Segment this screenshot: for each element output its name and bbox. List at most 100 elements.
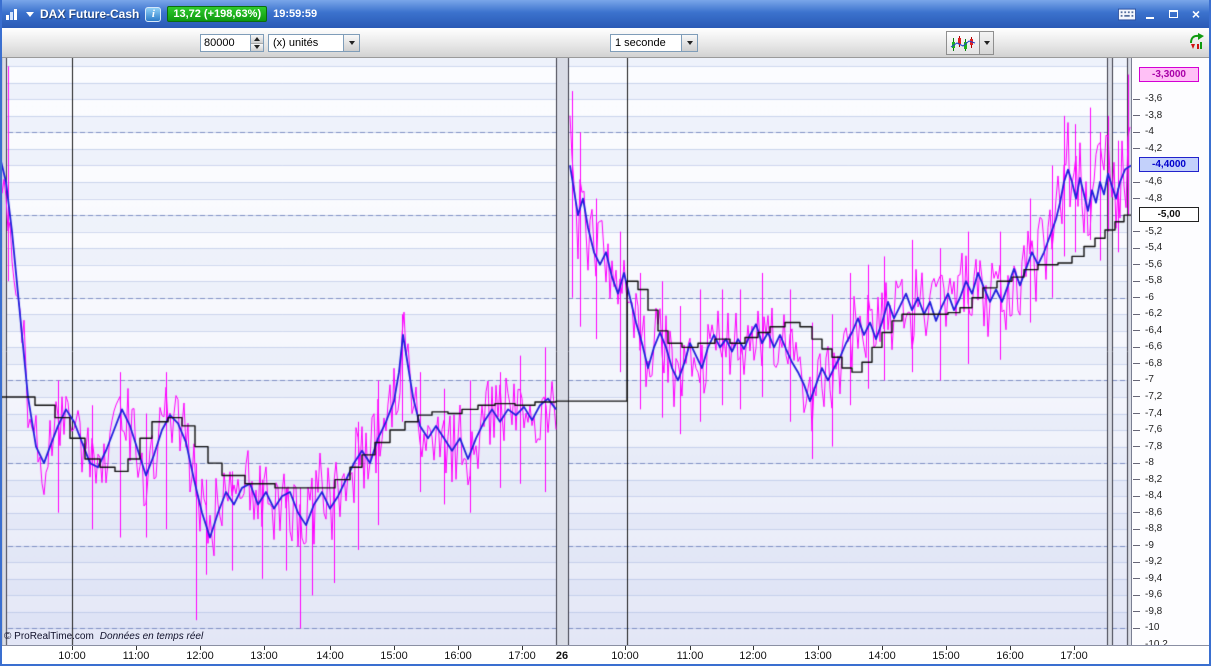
units-dropdown-value: (x) unités <box>273 37 319 49</box>
timeframe-dropdown-arrow[interactable] <box>681 35 697 51</box>
chart-type-button[interactable] <box>946 31 980 55</box>
y-axis-tick-label: -4,8 <box>1145 192 1163 204</box>
timeframe-dropdown-value: 1 seconde <box>615 37 666 49</box>
y-axis-tick-label: -7,6 <box>1145 424 1163 436</box>
realtime-status-icon[interactable] <box>1188 32 1206 52</box>
y-axis-tickmark <box>1133 561 1140 563</box>
y-axis-tickmark <box>1133 578 1140 580</box>
y-axis-tickmark <box>1133 346 1140 348</box>
copyright-text: © ProRealTime.com <box>4 631 94 642</box>
time-label: 11:00 <box>676 650 704 662</box>
quantity-increment-button[interactable] <box>251 35 263 43</box>
y-axis-tickmark <box>1133 545 1140 547</box>
y-axis-tick-label: -10 <box>1145 622 1160 634</box>
window-controls: × <box>1118 6 1205 22</box>
y-axis-tickmark <box>1133 313 1140 315</box>
y-axis-tick-label: -9,2 <box>1145 556 1163 568</box>
keyboard-icon[interactable] <box>1118 6 1136 22</box>
down-arrow-icon <box>348 41 355 45</box>
time-label: 16:00 <box>444 650 472 662</box>
time-axis[interactable]: 10:00 11:00 12:00 13:00 14:00 15:00 16:00 17:00… <box>0 645 1211 666</box>
chart-content: © ProRealTime.com Données en temps réel -… <box>0 58 1211 650</box>
y-axis-tick-label: -8 <box>1145 457 1154 469</box>
time-label: 13:00 <box>250 650 278 662</box>
chart-plot-area[interactable]: © ProRealTime.com Données en temps réel <box>0 58 1131 645</box>
y-axis-tick-label: -9,8 <box>1145 605 1163 617</box>
y-axis-tickmark <box>1133 512 1140 514</box>
y-axis-tickmark <box>1133 297 1140 299</box>
close-button[interactable]: × <box>1187 6 1205 22</box>
window-title: DAX Future-Cash <box>40 7 140 21</box>
clock: 19:59:59 <box>273 8 318 20</box>
y-axis-tickmark <box>1133 446 1140 448</box>
y-axis-tickmark <box>1133 429 1140 431</box>
y-axis-tick-label: -3,8 <box>1145 109 1163 121</box>
y-axis-tickmark <box>1133 528 1140 530</box>
y-axis-tickmark <box>1133 198 1140 200</box>
time-label: 14:00 <box>316 650 344 662</box>
y-axis-tickmark <box>1133 594 1140 596</box>
window-menu-caret-icon[interactable] <box>26 11 34 17</box>
units-dropdown-arrow[interactable] <box>343 35 359 51</box>
y-axis-tickmark <box>1133 148 1140 150</box>
y-axis-tick-label: -8,6 <box>1145 506 1163 518</box>
units-dropdown[interactable]: (x) unités <box>268 34 360 52</box>
y-axis-tick-label: -3,6 <box>1145 93 1163 105</box>
price-axis[interactable]: -3,3000 -4,4000 -5,00 -3,6 -3,8 -4 -4,2 -4,6… <box>1131 58 1211 650</box>
app-window: DAX Future-Cash i 13,72 (+198,63%) 19:59… <box>0 0 1211 666</box>
y-axis-tick-label: -5,8 <box>1145 275 1163 287</box>
time-label: 15:00 <box>932 650 960 662</box>
y-axis-tickmark <box>1133 462 1140 464</box>
time-label: 17:00 <box>508 650 536 662</box>
down-arrow-icon <box>686 41 693 45</box>
time-label: 10:00 <box>58 650 86 662</box>
down-arrow-icon <box>254 45 260 50</box>
y-axis-tickmark <box>1133 98 1140 100</box>
maximize-button[interactable] <box>1164 6 1182 22</box>
y-axis-tick-label: -7 <box>1145 374 1154 386</box>
realtime-note: Données en temps réel <box>99 631 204 642</box>
y-axis-tick-label: -5,4 <box>1145 242 1163 254</box>
quantity-decrement-button[interactable] <box>251 42 263 51</box>
y-axis-tick-label: -5,6 <box>1145 258 1163 270</box>
last-price-label-black: -5,00 <box>1139 207 1199 223</box>
time-label: 12:00 <box>739 650 767 662</box>
chart-type-dropdown-arrow[interactable] <box>980 31 994 55</box>
y-axis-tick-label: -4 <box>1145 126 1154 138</box>
minimize-button[interactable] <box>1141 6 1159 22</box>
time-label: 10:00 <box>611 650 639 662</box>
time-label: 15:00 <box>380 650 408 662</box>
y-axis-tickmark <box>1133 396 1140 398</box>
last-price-label-magenta: -3,3000 <box>1139 66 1199 82</box>
y-axis-tickmark <box>1133 115 1140 117</box>
y-axis-tick-label: -5,2 <box>1145 225 1163 237</box>
time-label: 17:00 <box>1060 650 1088 662</box>
y-axis-tickmark <box>1133 131 1140 133</box>
day-separator-label: 26 <box>555 650 569 662</box>
y-axis-tick-label: -9 <box>1145 539 1154 551</box>
y-axis-tickmark <box>1133 247 1140 249</box>
time-label: 13:00 <box>804 650 832 662</box>
y-axis-tick-label: -4,6 <box>1145 176 1163 187</box>
info-button[interactable]: i <box>145 6 162 22</box>
titlebar: DAX Future-Cash i 13,72 (+198,63%) 19:59… <box>0 0 1211 28</box>
y-axis-tickmark <box>1133 611 1140 613</box>
chart-type-control <box>946 31 994 55</box>
y-axis-tick-label: -9,6 <box>1145 589 1163 601</box>
price-chart-canvas[interactable] <box>0 58 1131 645</box>
y-axis-tick-label: -7,4 <box>1145 407 1163 419</box>
quantity-input[interactable] <box>201 35 250 51</box>
y-axis-tick-label: -8,2 <box>1145 473 1163 485</box>
minimize-icon <box>1146 17 1154 19</box>
timeframe-dropdown[interactable]: 1 seconde <box>610 34 698 52</box>
toolbar: (x) unités 1 seconde <box>0 28 1211 58</box>
y-axis-tickmark <box>1133 627 1140 629</box>
y-axis-tickmark <box>1133 363 1140 365</box>
performance-badge: 13,72 (+198,63%) <box>167 6 268 22</box>
chart-type-icon <box>950 35 976 51</box>
y-axis-tick-label: -9,4 <box>1145 572 1163 584</box>
y-axis-tick-label: -6,2 <box>1145 308 1163 320</box>
time-label: 11:00 <box>122 650 150 662</box>
y-axis-tick-label: -7,2 <box>1145 390 1163 402</box>
y-axis-tickmark <box>1133 280 1140 282</box>
